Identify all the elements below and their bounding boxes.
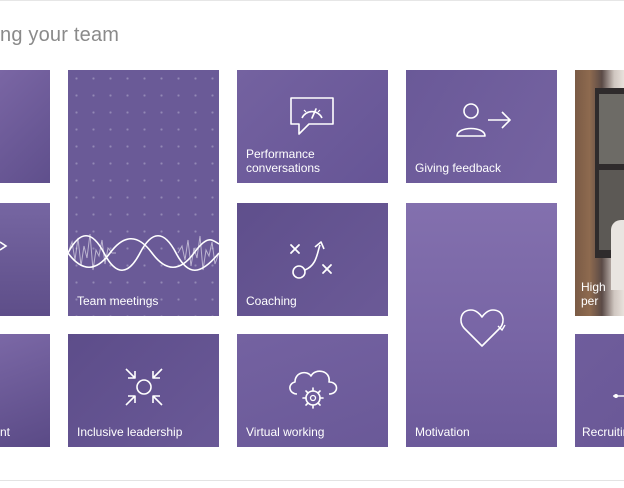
tile-performance-conversations[interactable]: Performance conversations bbox=[237, 70, 388, 183]
tile-label: Virtual working bbox=[246, 425, 325, 439]
tile-texture bbox=[0, 70, 50, 183]
section-heading: ng your team bbox=[0, 24, 120, 46]
tile-motivation[interactable]: Motivation bbox=[406, 203, 557, 447]
heart-icon bbox=[460, 309, 506, 347]
waveform-icon bbox=[68, 233, 219, 272]
tile-label: Motivation bbox=[415, 425, 470, 439]
tile-label: Team meetings bbox=[77, 294, 159, 308]
tile-partial-left-top[interactable] bbox=[0, 70, 50, 183]
tile-label: Coaching bbox=[246, 294, 297, 308]
tile-partial-left-mid[interactable] bbox=[0, 203, 50, 316]
converge-arrows-icon bbox=[125, 368, 163, 406]
speedometer-chat-icon bbox=[290, 97, 334, 135]
tile-inclusive-leadership[interactable]: Inclusive leadership bbox=[68, 334, 219, 447]
tile-high-performance[interactable]: High per bbox=[575, 70, 624, 316]
tile-coaching[interactable]: Coaching bbox=[237, 203, 388, 316]
tile-recruiting[interactable]: Recruitin bbox=[575, 334, 624, 447]
tile-team-meetings[interactable]: Team meetings bbox=[68, 70, 219, 316]
tile-label: nt bbox=[0, 425, 11, 439]
person-arrow-icon bbox=[456, 103, 511, 137]
top-divider bbox=[0, 0, 624, 1]
tile-texture bbox=[0, 203, 50, 316]
tile-label: High per bbox=[581, 280, 606, 308]
play-strategy-icon bbox=[290, 241, 332, 279]
bottom-divider bbox=[0, 480, 624, 481]
arrow-partial-icon bbox=[0, 241, 8, 251]
cloud-gear-icon bbox=[289, 370, 338, 409]
key-icon bbox=[613, 394, 624, 398]
tile-giving-feedback[interactable]: Giving feedback bbox=[406, 70, 557, 183]
tile-label: Giving feedback bbox=[415, 161, 502, 175]
tile-label: Recruitin bbox=[582, 425, 624, 439]
tile-label: Inclusive leadership bbox=[77, 425, 183, 439]
tile-label: Performance conversations bbox=[246, 147, 321, 175]
tile-virtual-working[interactable]: Virtual working bbox=[237, 334, 388, 447]
window-pane bbox=[599, 94, 624, 164]
tile-partial-left-bottom[interactable]: nt bbox=[0, 334, 50, 447]
